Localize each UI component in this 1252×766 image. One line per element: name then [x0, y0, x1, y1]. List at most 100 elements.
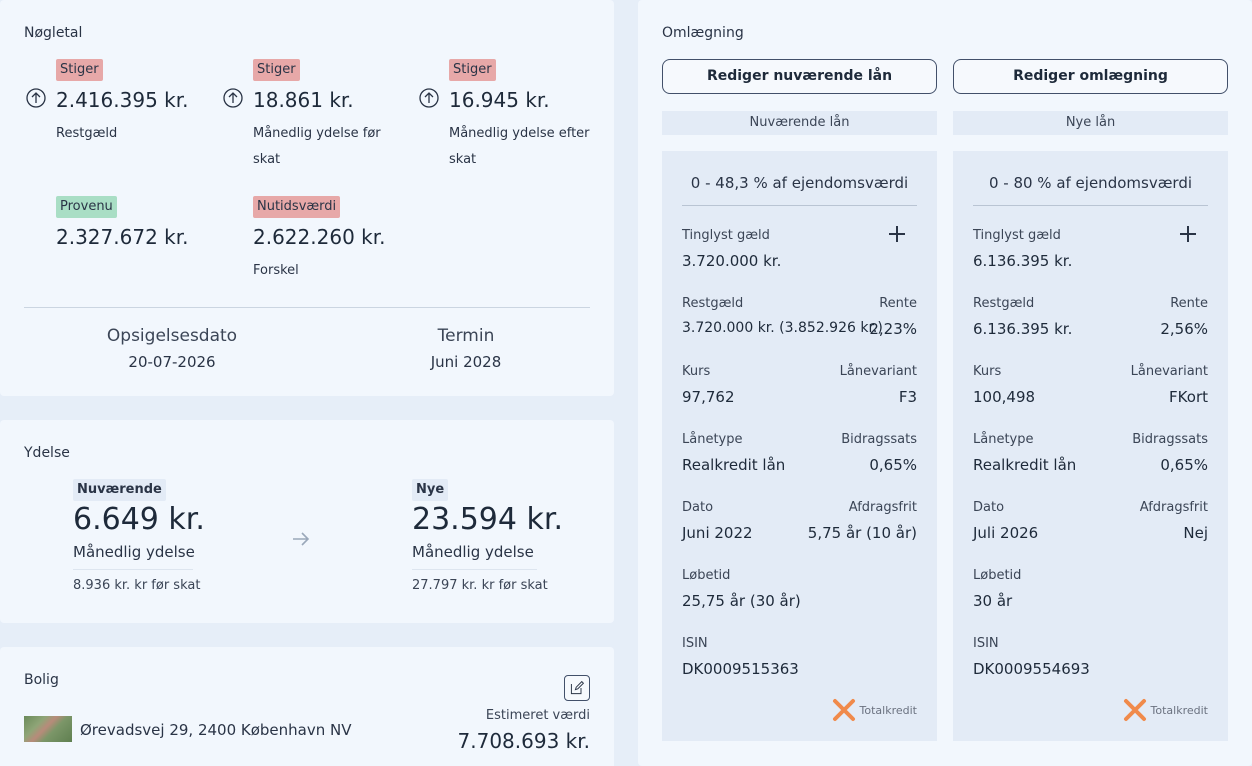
status-badge: Stiger — [56, 59, 103, 81]
ydelse-card: Ydelse Nuværende 6.649 kr. Månedlig ydel… — [0, 420, 614, 623]
restgaeld-value: 2.416.395 kr. — [56, 88, 189, 112]
loebetid-label: Løbetid — [973, 568, 1022, 583]
isin-label: ISIN — [682, 636, 708, 651]
provenu-badge: Provenu — [56, 196, 117, 218]
tinglyst-label: Tinglyst gæld — [682, 228, 770, 243]
kurs-label: Kurs — [682, 364, 711, 379]
plus-icon[interactable] — [889, 226, 905, 242]
loebetid-value: 25,75 år (30 år) — [682, 592, 801, 610]
status-badge: Stiger — [253, 59, 300, 81]
isin-label: ISIN — [973, 636, 999, 651]
ydelse-foer-skat-label: Månedlig ydelse før skat — [253, 121, 381, 173]
kurs-label: Kurs — [973, 364, 1002, 379]
loan-range: 0 - 80 % af ejendomsværdi — [988, 174, 1193, 192]
new-badge: Nye — [412, 479, 449, 501]
restgaeld-label: Restgæld — [973, 296, 1035, 311]
nutidsvaerdi-label: Forskel — [253, 263, 299, 278]
nutidsvaerdi-value: 2.622.260 kr. — [253, 225, 386, 249]
provenu-value: 2.327.672 kr. — [56, 225, 189, 249]
loebetid-value: 30 år — [973, 592, 1013, 610]
arrow-up-circle-icon — [26, 88, 46, 108]
restgaeld-label: Restgæld — [56, 126, 118, 141]
tinglyst-value: 6.136.395 kr. — [973, 252, 1073, 270]
estimeret-vaerdi-value: 7.708.693 kr. — [457, 729, 590, 753]
divider — [412, 569, 537, 570]
dato-value: Juni 2022 — [682, 524, 753, 542]
new-ydelse-label: Månedlig ydelse — [412, 543, 534, 561]
bolig-card: Bolig Ørevadsvej 29, 2400 København NV E… — [0, 647, 614, 766]
afdragsfrit-label: Afdragsfrit — [848, 500, 917, 515]
arrow-up-circle-icon — [223, 88, 243, 108]
bolig-title: Bolig — [24, 672, 59, 688]
laanevariant-label: Lånevariant — [839, 364, 917, 379]
laanevariant-label: Lånevariant — [1130, 364, 1208, 379]
property-thumbnail — [24, 716, 72, 742]
laanetype-label: Lånetype — [973, 432, 1034, 447]
laanetype-value: Realkredit lån — [973, 456, 1077, 474]
current-loan-card: 0 - 48,3 % af ejendomsværdi Tinglyst gæl… — [662, 151, 937, 741]
afdragsfrit-value: 5,75 år (10 år) — [807, 524, 917, 542]
edit-button[interactable] — [564, 675, 590, 701]
afdragsfrit-value: Nej — [1183, 524, 1208, 542]
edit-current-loan-button[interactable]: Rediger nuværende lån — [662, 59, 937, 94]
arrow-up-circle-icon — [419, 88, 439, 108]
omlaegning-card: Omlægning Rediger nuværende lån Rediger … — [638, 0, 1252, 766]
label-line: skat — [253, 152, 281, 167]
current-pre-tax: 8.936 kr. kr før skat — [73, 578, 201, 593]
opsigelsesdato-label: Opsigelsesdato — [106, 326, 238, 346]
restgaeld-label: Restgæld — [682, 296, 744, 311]
current-ydelse-value: 6.649 kr. — [73, 502, 205, 537]
plus-icon[interactable] — [1180, 226, 1196, 242]
rente-value: 2,23% — [869, 320, 917, 338]
nutidsvaerdi-badge: Nutidsværdi — [253, 196, 341, 218]
ydelse-efter-skat-value: 16.945 kr. — [449, 88, 550, 112]
lender-name: Totalkredit — [1150, 703, 1208, 717]
rente-label: Rente — [1170, 296, 1208, 311]
totalkredit-logo: Totalkredit — [832, 698, 917, 722]
isin-value: DK0009554693 — [973, 660, 1090, 678]
bidragssats-label: Bidragssats — [1132, 432, 1208, 447]
bidragssats-value: 0,65% — [869, 456, 917, 474]
laanetype-label: Lånetype — [682, 432, 743, 447]
noegletal-title: Nøgletal — [24, 25, 83, 41]
kurs-value: 100,498 — [973, 388, 1036, 406]
current-loans-header: Nuværende lån — [662, 111, 937, 135]
lender-name: Totalkredit — [859, 703, 917, 717]
dato-value: Juli 2026 — [973, 524, 1039, 542]
kurs-value: 97,762 — [682, 388, 735, 406]
afdragsfrit-label: Afdragsfrit — [1139, 500, 1208, 515]
property-address: Ørevadsvej 29, 2400 København NV — [80, 721, 352, 739]
label-line: skat — [449, 152, 477, 167]
edit-refinance-button[interactable]: Rediger omlægning — [953, 59, 1228, 94]
new-loan-card: 0 - 80 % af ejendomsværdi Tinglyst gæld … — [953, 151, 1228, 741]
estimeret-vaerdi-label: Estimeret værdi — [485, 708, 590, 723]
rente-value: 2,56% — [1160, 320, 1208, 338]
edit-icon — [570, 680, 585, 695]
totalkredit-x-icon — [832, 699, 855, 721]
dato-label: Dato — [682, 500, 714, 515]
dato-label: Dato — [973, 500, 1005, 515]
loan-range: 0 - 48,3 % af ejendomsværdi — [690, 174, 909, 192]
label-line: Månedlig ydelse efter — [449, 126, 590, 141]
noegletal-card: Nøgletal Stiger 2.416.395 kr. Restgæld S… — [0, 0, 614, 396]
omlaegning-title: Omlægning — [662, 25, 744, 41]
divider — [24, 307, 590, 308]
tinglyst-value: 3.720.000 kr. — [682, 252, 782, 270]
laanetype-value: Realkredit lån — [682, 456, 786, 474]
ydelse-efter-skat-label: Månedlig ydelse efter skat — [449, 121, 590, 173]
bidragssats-value: 0,65% — [1160, 456, 1208, 474]
divider — [973, 205, 1208, 206]
loebetid-label: Løbetid — [682, 568, 731, 583]
isin-value: DK0009515363 — [682, 660, 799, 678]
new-ydelse-value: 23.594 kr. — [412, 502, 563, 537]
rente-label: Rente — [879, 296, 917, 311]
opsigelsesdato-value: 20-07-2026 — [128, 353, 216, 371]
restgaeld-value: 3.720.000 kr. (3.852.926 kr.) — [682, 320, 883, 336]
divider — [73, 569, 193, 570]
current-ydelse-label: Månedlig ydelse — [73, 543, 195, 561]
bidragssats-label: Bidragssats — [841, 432, 917, 447]
restgaeld-value: 6.136.395 kr. — [973, 320, 1073, 338]
divider — [682, 205, 917, 206]
ydelse-foer-skat-value: 18.861 kr. — [253, 88, 354, 112]
totalkredit-x-icon — [1123, 699, 1146, 721]
